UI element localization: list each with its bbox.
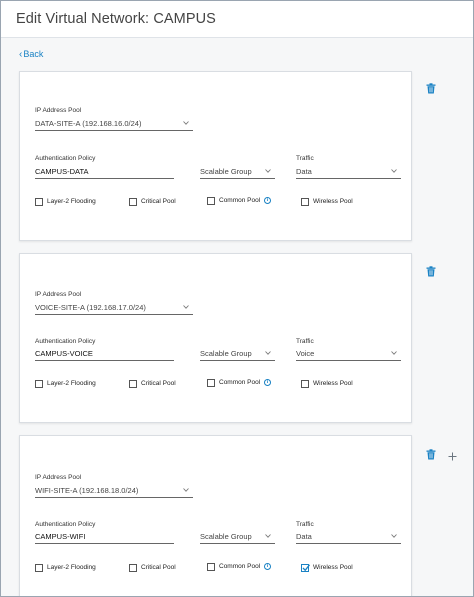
scalable-group-select[interactable]: Scalable Group bbox=[200, 348, 275, 361]
ip-pool-select[interactable]: DATA-SITE-A (192.168.16.0/24) bbox=[35, 118, 193, 131]
traffic-value: Data bbox=[296, 167, 312, 176]
traffic-label: Traffic bbox=[296, 521, 314, 528]
traffic-label: Traffic bbox=[296, 338, 314, 345]
wireless-pool-label: Wireless Pool bbox=[313, 564, 353, 571]
critical-pool-label: Critical Pool bbox=[141, 380, 176, 387]
auth-policy-field[interactable]: CAMPUS-WIFI bbox=[35, 531, 174, 544]
scalable-group-value: Scalable Group bbox=[200, 349, 252, 358]
layer2-flooding-label: Layer-2 Flooding bbox=[47, 380, 96, 387]
wireless-pool-checkbox[interactable] bbox=[301, 564, 311, 572]
wireless-pool-checkbox[interactable] bbox=[301, 198, 309, 206]
chevron-down-icon bbox=[391, 350, 397, 356]
critical-pool-label: Critical Pool bbox=[141, 564, 176, 571]
trash-icon[interactable] bbox=[426, 81, 436, 94]
auth-policy-value: CAMPUS-DATA bbox=[35, 167, 89, 176]
traffic-select[interactable]: Data bbox=[296, 531, 401, 544]
chevron-down-icon bbox=[183, 304, 189, 310]
common-pool-label: Common Pool bbox=[219, 197, 261, 204]
scalable-group-select[interactable]: Scalable Group bbox=[200, 531, 275, 544]
auth-policy-label: Authentication Policy bbox=[35, 521, 96, 528]
title-bar: Edit Virtual Network: CAMPUS bbox=[1, 1, 473, 38]
wireless-pool-checkbox[interactable] bbox=[301, 380, 309, 388]
chevron-down-icon bbox=[391, 168, 397, 174]
scalable-group-value: Scalable Group bbox=[200, 532, 252, 541]
ip-pool-label: IP Address Pool bbox=[35, 107, 82, 114]
critical-pool-checkbox[interactable] bbox=[129, 380, 137, 388]
critical-pool-checkbox[interactable] bbox=[129, 198, 137, 206]
auth-policy-label: Authentication Policy bbox=[35, 338, 96, 345]
info-icon[interactable]: i bbox=[264, 563, 271, 570]
scalable-group-select[interactable]: Scalable Group bbox=[200, 166, 275, 179]
trash-icon[interactable] bbox=[426, 447, 436, 460]
layer2-flooding-label: Layer-2 Flooding bbox=[47, 198, 96, 205]
layer2-flooding-label: Layer-2 Flooding bbox=[47, 564, 96, 571]
traffic-value: Voice bbox=[296, 349, 315, 358]
critical-pool-label: Critical Pool bbox=[141, 198, 176, 205]
back-link[interactable]: ‹Back bbox=[19, 49, 43, 60]
ip-pool-value: WIFI-SITE-A (192.168.18.0/24) bbox=[35, 486, 139, 495]
wireless-pool-label: Wireless Pool bbox=[313, 380, 353, 387]
auth-policy-field[interactable]: CAMPUS-DATA bbox=[35, 166, 174, 179]
common-pool-checkbox[interactable] bbox=[207, 379, 215, 387]
traffic-value: Data bbox=[296, 532, 312, 541]
plus-icon[interactable] bbox=[448, 448, 457, 461]
check-icon bbox=[302, 564, 311, 572]
edit-virtual-network-window: Edit Virtual Network: CAMPUS ‹Back IP Ad… bbox=[0, 0, 474, 597]
common-pool-label: Common Pool bbox=[219, 379, 261, 386]
trash-icon[interactable] bbox=[426, 264, 436, 277]
chevron-down-icon bbox=[183, 487, 189, 493]
ip-pool-select[interactable]: VOICE-SITE-A (192.168.17.0/24) bbox=[35, 302, 193, 315]
chevron-down-icon bbox=[391, 533, 397, 539]
scalable-group-value: Scalable Group bbox=[200, 167, 252, 176]
common-pool-checkbox[interactable] bbox=[207, 563, 215, 571]
info-icon[interactable]: i bbox=[264, 197, 271, 204]
pool-card-1: IP Address Pool DATA-SITE-A (192.168.16.… bbox=[19, 71, 412, 241]
layer2-flooding-checkbox[interactable] bbox=[35, 198, 43, 206]
ip-pool-select[interactable]: WIFI-SITE-A (192.168.18.0/24) bbox=[35, 485, 193, 498]
wireless-pool-label: Wireless Pool bbox=[313, 198, 353, 205]
traffic-select[interactable]: Voice bbox=[296, 348, 401, 361]
traffic-label: Traffic bbox=[296, 155, 314, 162]
traffic-select[interactable]: Data bbox=[296, 166, 401, 179]
ip-pool-label: IP Address Pool bbox=[35, 291, 82, 298]
chevron-down-icon bbox=[265, 350, 271, 356]
critical-pool-checkbox[interactable] bbox=[129, 564, 137, 572]
auth-policy-value: CAMPUS-VOICE bbox=[35, 349, 93, 358]
auth-policy-field[interactable]: CAMPUS-VOICE bbox=[35, 348, 174, 361]
info-icon[interactable]: i bbox=[264, 379, 271, 386]
ip-pool-value: VOICE-SITE-A (192.168.17.0/24) bbox=[35, 303, 146, 312]
layer2-flooding-checkbox[interactable] bbox=[35, 380, 43, 388]
chevron-down-icon bbox=[265, 533, 271, 539]
chevron-down-icon bbox=[183, 120, 189, 126]
common-pool-checkbox[interactable] bbox=[207, 197, 215, 205]
layer2-flooding-checkbox[interactable] bbox=[35, 564, 43, 572]
ip-pool-value: DATA-SITE-A (192.168.16.0/24) bbox=[35, 119, 142, 128]
auth-policy-label: Authentication Policy bbox=[35, 155, 96, 162]
back-link-label: Back bbox=[23, 49, 44, 59]
ip-pool-label: IP Address Pool bbox=[35, 474, 82, 481]
page-title: Edit Virtual Network: CAMPUS bbox=[16, 11, 216, 27]
auth-policy-value: CAMPUS-WIFI bbox=[35, 532, 86, 541]
chevron-down-icon bbox=[265, 168, 271, 174]
pool-card-3: IP Address Pool WIFI-SITE-A (192.168.18.… bbox=[19, 435, 412, 596]
chevron-left-icon: ‹ bbox=[19, 49, 23, 60]
pool-card-2: IP Address Pool VOICE-SITE-A (192.168.17… bbox=[19, 253, 412, 423]
common-pool-label: Common Pool bbox=[219, 563, 261, 570]
